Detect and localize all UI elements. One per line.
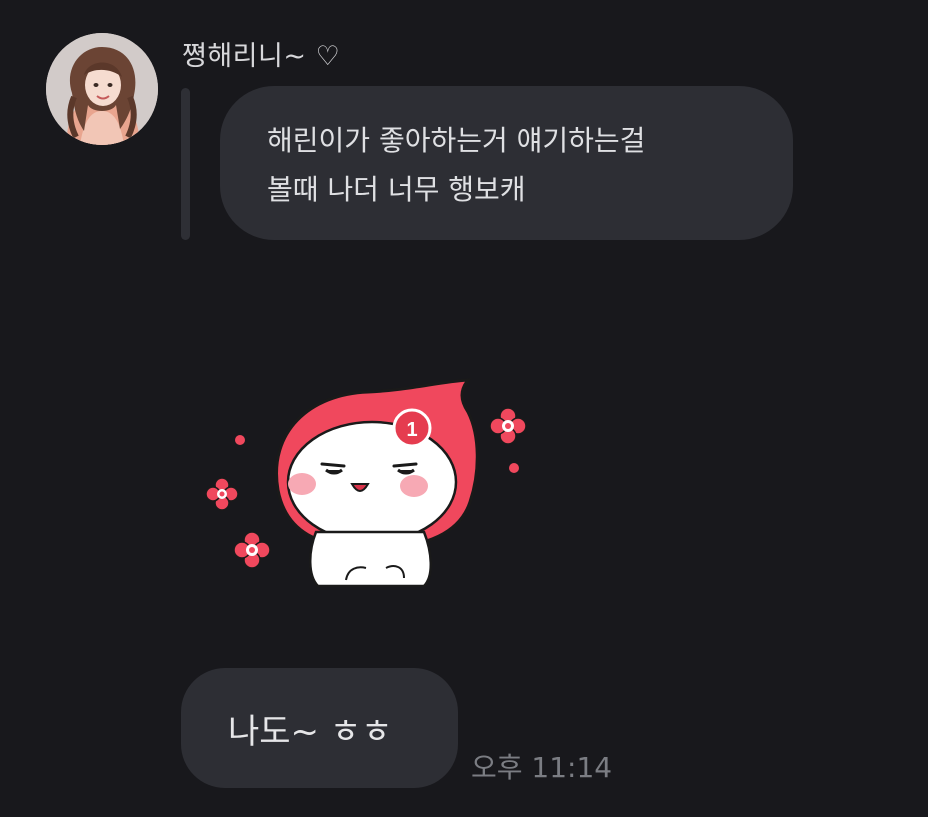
sender-name: 쪙해리니~ ♡ [182, 41, 341, 72]
badge-count: 1 [406, 419, 417, 441]
message-bubble[interactable]: 나도~ ㅎㅎ [181, 668, 458, 788]
dot-icon [235, 435, 245, 445]
dot-icon [509, 463, 519, 473]
chat-thread: 쪙해리니~ ♡ 해린이가 좋아하는거 얘기하는걸 볼때 나더 너무 행보캐 1 … [0, 0, 928, 817]
quoted-message-line: 볼때 나더 너무 행보캐 [267, 173, 526, 206]
quoted-message-line: 해린이가 좋아하는거 얘기하는걸 [267, 124, 646, 157]
profile-photo-icon [46, 33, 158, 145]
reply-indicator-bar [181, 88, 190, 240]
red-hood-character-sticker-icon: 1 [205, 378, 527, 588]
message-timestamp: 오후 11:14 [471, 751, 613, 784]
flower-icon [205, 477, 239, 511]
emoticon-sticker[interactable]: 1 [198, 372, 538, 604]
flower-icon [489, 407, 527, 445]
quoted-message-bubble[interactable]: 해린이가 좋아하는거 얘기하는걸 볼때 나더 너무 행보캐 [220, 86, 793, 240]
sender-avatar[interactable] [46, 33, 158, 145]
message-text: 나도~ ㅎㅎ [228, 711, 393, 752]
flower-icon [233, 531, 271, 569]
